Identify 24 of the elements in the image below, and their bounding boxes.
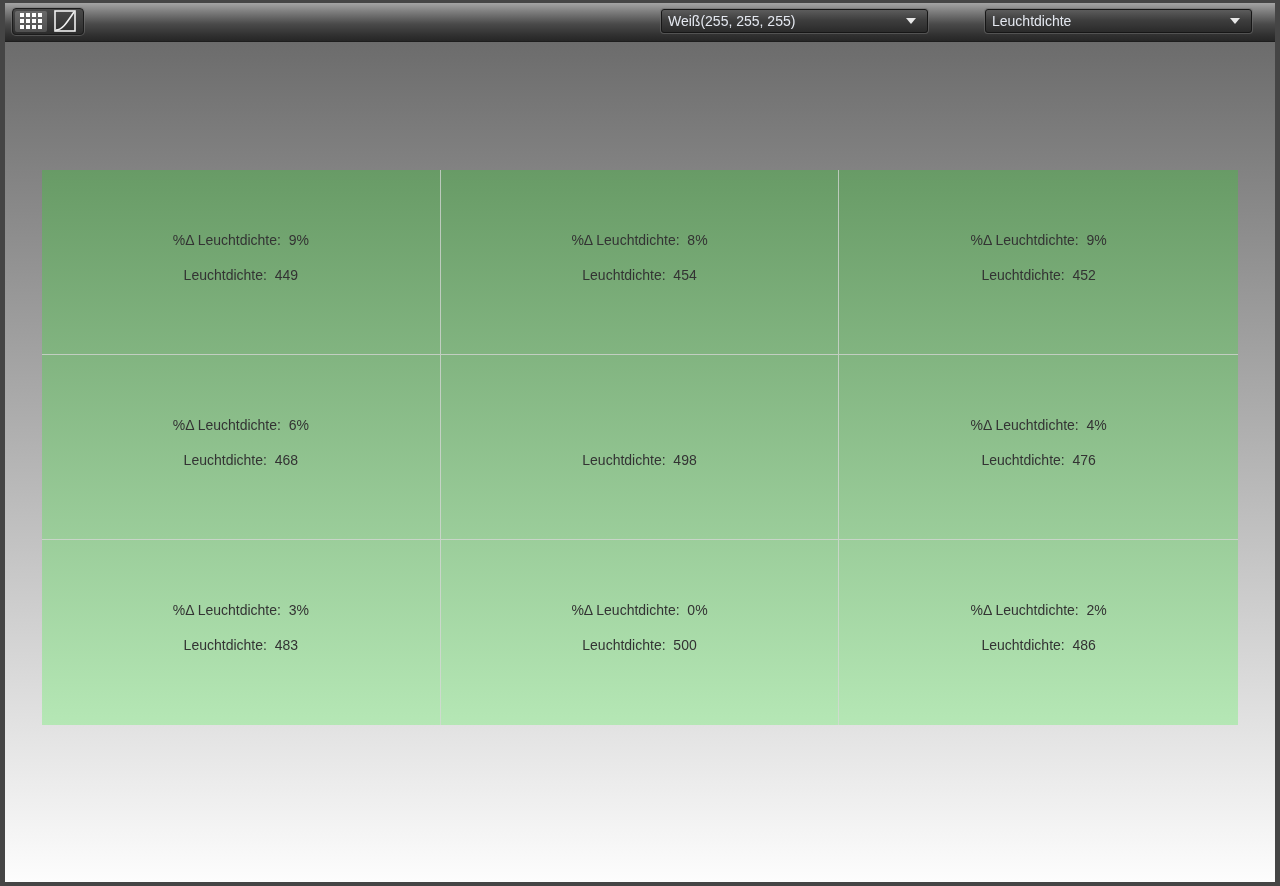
luminance-reading: Leuchtdichte: 483	[183, 637, 299, 653]
delta-reading: %Δ Leuchtdichte: 6%	[172, 417, 309, 433]
luminance-reading: Leuchtdichte: 449	[183, 267, 299, 283]
delta-reading: %Δ Leuchtdichte: 2%	[970, 602, 1107, 618]
luminance-reading: Leuchtdichte: 486	[981, 637, 1096, 653]
dropdown[interactable]: Leuchtdichte	[985, 9, 1252, 33]
grid-icon	[20, 13, 42, 29]
luminance-reading: Leuchtdichte: 476	[981, 452, 1096, 468]
luminance-reading: Leuchtdichte: 468	[183, 452, 299, 468]
luminance-reading: Leuchtdichte: 452	[981, 267, 1096, 283]
delta-reading: %Δ Leuchtdichte: 8%	[571, 232, 708, 248]
caret-icon	[906, 18, 916, 24]
luminance-reading: Leuchtdichte: 498	[582, 452, 697, 468]
delta-reading: %Δ Leuchtdichte: 4%	[970, 417, 1107, 433]
caret-icon	[1230, 18, 1240, 24]
grid-view-button[interactable]	[15, 10, 47, 32]
curve-icon	[54, 10, 76, 32]
delta-reading: %Δ Leuchtdichte: 0%	[571, 602, 708, 618]
delta-reading: %Δ Leuchtdichte: 9%	[172, 232, 309, 248]
delta-reading: %Δ Leuchtdichte: 3%	[172, 602, 309, 618]
luminance-reading: Leuchtdichte: 454	[582, 267, 697, 283]
delta-reading: %Δ Leuchtdichte: 9%	[970, 232, 1107, 248]
luminance-reading: Leuchtdichte: 500	[582, 637, 697, 653]
dropdown[interactable]: Weiß(255, 255, 255)	[661, 9, 928, 33]
